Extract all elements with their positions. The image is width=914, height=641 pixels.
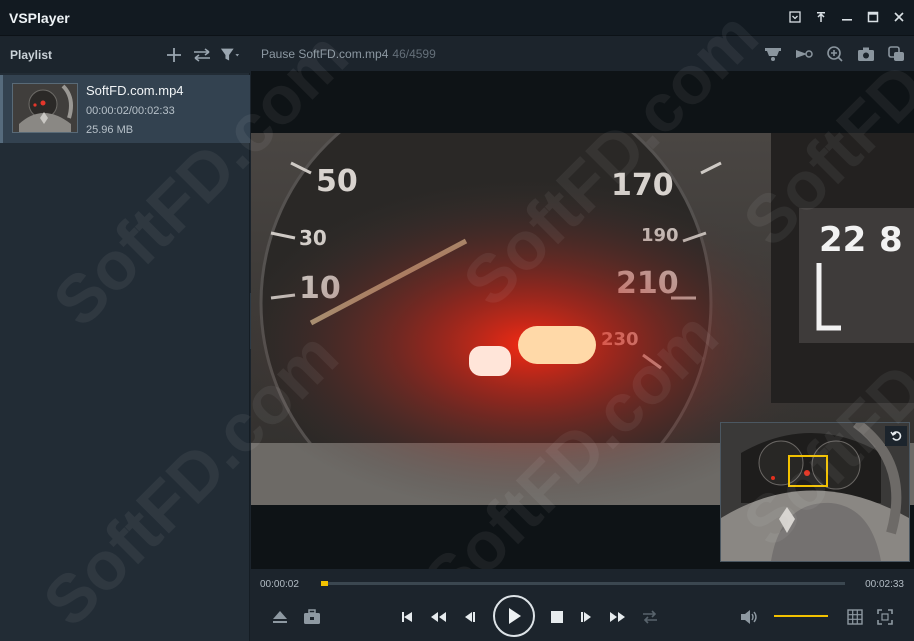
seek-progress [321, 581, 328, 586]
play-button[interactable] [493, 595, 535, 637]
playlist-panel: Playlist SoftFD.com.mp4 00:00:02/00:02:3… [0, 37, 250, 641]
playlist-item-duration: 00:00:02/00:02:33 [86, 105, 175, 117]
pin-icon[interactable] [812, 8, 830, 26]
grid-icon[interactable] [844, 606, 866, 628]
minimize-icon[interactable] [838, 8, 856, 26]
playlist-item[interactable]: SoftFD.com.mp4 00:00:02/00:02:33 25.96 M… [0, 75, 250, 143]
volume-level [774, 615, 828, 617]
step-back-icon[interactable] [397, 607, 417, 627]
volume-slider[interactable] [774, 615, 828, 617]
repeat-icon[interactable] [639, 607, 661, 627]
playlist-tools [164, 45, 240, 65]
frame-counter: 46/4599 [392, 47, 436, 61]
status-text: Pause SoftFD.com.mp4 [261, 47, 389, 61]
zoom-in-icon[interactable] [824, 43, 846, 65]
dropdown-menu-icon[interactable] [786, 8, 804, 26]
volume-icon[interactable] [738, 606, 760, 628]
current-time: 00:00:02 [260, 579, 299, 590]
svg-text:22: 22 [819, 220, 866, 260]
vsplayer-window: VSPlayer Playlist SoftFD.com.mp4 00:00:0… [0, 0, 914, 641]
playback-controls: 00:00:02 00:02:33 [251, 569, 914, 641]
add-icon[interactable] [164, 45, 184, 65]
zoom-navigator[interactable] [720, 422, 910, 562]
previous-frame-icon[interactable] [459, 607, 479, 627]
player-tools [762, 43, 908, 65]
app-title: VSPlayer [9, 10, 70, 26]
player-info-bar: Pause SoftFD.com.mp4 46/4599 [251, 37, 914, 71]
playback-status: Pause SoftFD.com.mp4 46/4599 [261, 47, 436, 61]
title-bar: VSPlayer [0, 0, 914, 36]
playlist-item-size: 25.96 MB [86, 124, 134, 136]
snapshot-icon[interactable] [855, 43, 877, 65]
total-time: 00:02:33 [865, 579, 904, 590]
svg-text:8: 8 [879, 220, 903, 260]
playlist-header: Playlist [0, 37, 250, 73]
reset-zoom-icon[interactable] [885, 426, 907, 446]
fullscreen-icon[interactable] [874, 606, 896, 628]
stop-icon[interactable] [547, 607, 567, 627]
video-thumbnail [12, 83, 78, 133]
next-frame-icon[interactable] [577, 607, 597, 627]
filter-icon[interactable] [220, 45, 240, 65]
seek-bar[interactable] [321, 581, 845, 586]
close-icon[interactable] [890, 8, 908, 26]
play-icon [509, 608, 521, 624]
slow-rewind-icon[interactable] [427, 607, 449, 627]
maximize-icon[interactable] [864, 8, 882, 26]
multi-window-icon[interactable] [886, 43, 908, 65]
fast-forward-icon[interactable] [607, 607, 629, 627]
playlist-item-name: SoftFD.com.mp4 [86, 83, 184, 98]
playlist-title: Playlist [10, 48, 53, 62]
video-enhance-icon[interactable] [793, 43, 815, 65]
eject-icon[interactable] [269, 607, 291, 627]
window-controls [786, 8, 908, 26]
swap-order-icon[interactable] [192, 45, 212, 65]
toolbox-icon[interactable] [301, 607, 323, 627]
fisheye-icon[interactable] [762, 43, 784, 65]
